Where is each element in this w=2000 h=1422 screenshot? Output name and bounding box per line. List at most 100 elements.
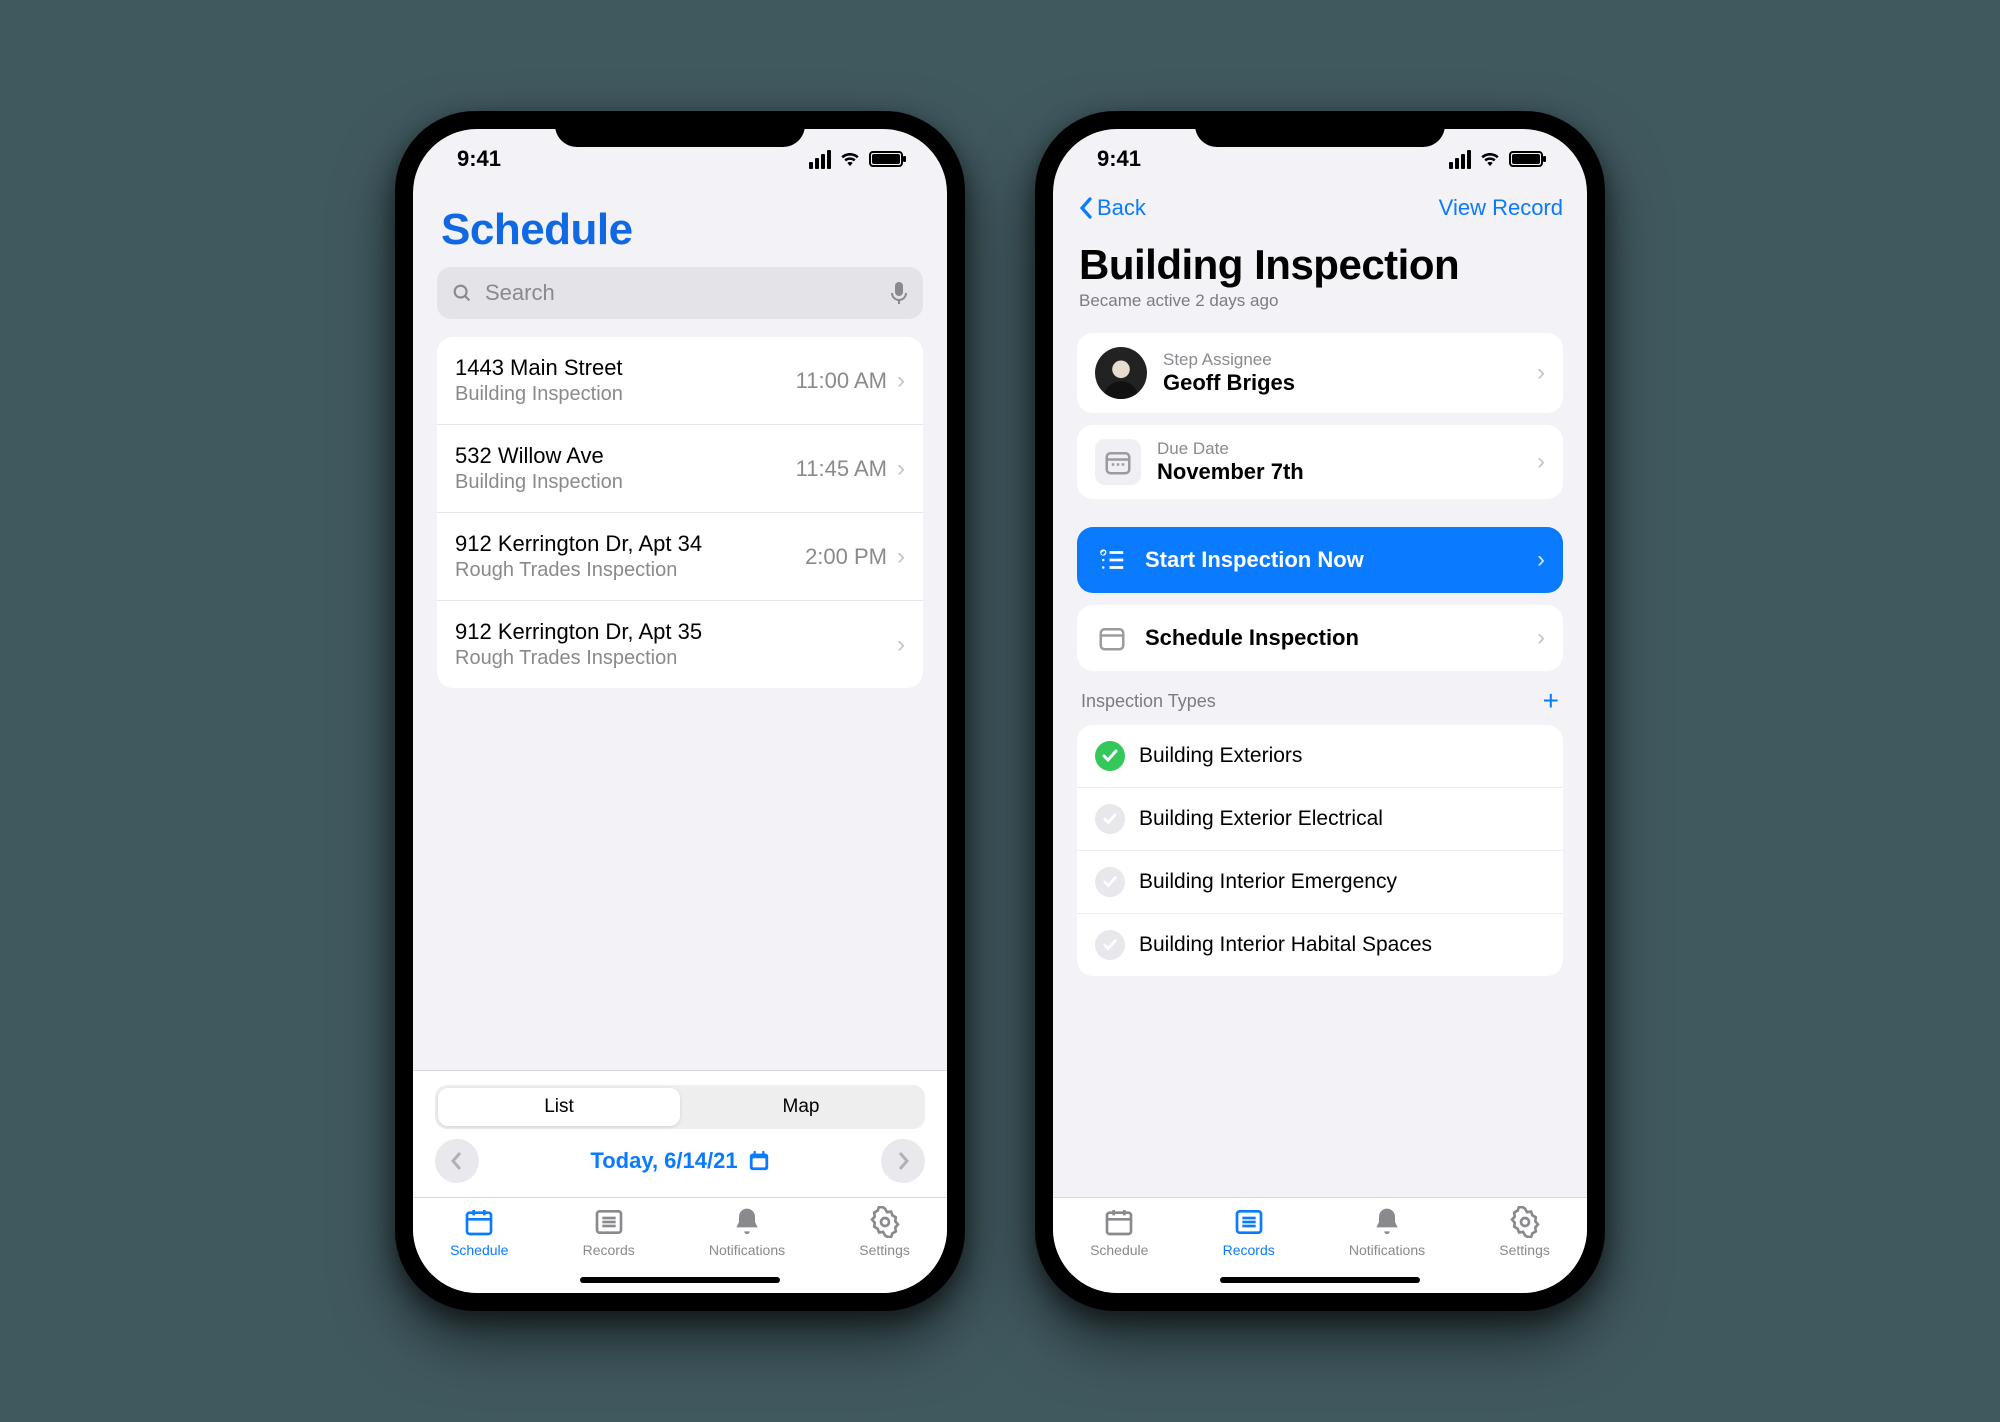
bell-icon — [731, 1206, 763, 1238]
cellular-icon — [809, 150, 831, 169]
chevron-left-icon — [449, 1150, 465, 1172]
schedule-inspection-button[interactable]: Schedule Inspection › — [1077, 605, 1563, 671]
add-type-button[interactable]: + — [1543, 685, 1559, 717]
schedule-item[interactable]: 912 Kerrington Dr, Apt 34 Rough Trades I… — [437, 513, 923, 601]
wifi-icon — [839, 151, 861, 167]
search-icon — [451, 282, 473, 304]
type-label: Building Interior Habital Spaces — [1139, 933, 1432, 957]
prev-day-button[interactable] — [435, 1139, 479, 1183]
calendar-icon — [463, 1206, 495, 1238]
inspection-type-item[interactable]: Building Interior Habital Spaces — [1077, 914, 1563, 976]
item-sub: Rough Trades Inspection — [455, 647, 887, 670]
view-record-button[interactable]: View Record — [1439, 195, 1563, 221]
tab-label: Settings — [1499, 1242, 1550, 1258]
schedule-label: Schedule Inspection — [1145, 625, 1537, 651]
phone-schedule: 9:41 Schedule 1443 Main Street Building … — [395, 111, 965, 1311]
screen-detail: 9:41 Back View Record Building Inspectio… — [1053, 129, 1587, 1293]
type-label: Building Exteriors — [1139, 744, 1302, 768]
inspection-types-list: Building Exteriors Building Exterior Ele… — [1077, 725, 1563, 976]
chevron-left-icon — [1077, 195, 1095, 221]
schedule-item[interactable]: 912 Kerrington Dr, Apt 35 Rough Trades I… — [437, 601, 923, 688]
segment-map[interactable]: Map — [680, 1088, 922, 1126]
segment-list[interactable]: List — [438, 1088, 680, 1126]
tab-label: Notifications — [709, 1242, 785, 1258]
assignee-name: Geoff Briges — [1163, 370, 1537, 396]
gear-icon — [1509, 1206, 1541, 1238]
assignee-label: Step Assignee — [1163, 350, 1537, 370]
date-picker-button[interactable]: Today, 6/14/21 — [590, 1148, 769, 1174]
calendar-icon — [1095, 439, 1141, 485]
check-pending-icon — [1095, 930, 1125, 960]
inspection-types-header: Inspection Types — [1081, 691, 1216, 712]
tab-notifications[interactable]: Notifications — [1349, 1206, 1425, 1258]
tab-schedule[interactable]: Schedule — [1090, 1206, 1148, 1258]
inspection-type-item[interactable]: Building Interior Emergency — [1077, 851, 1563, 914]
schedule-item[interactable]: 1443 Main Street Building Inspection 11:… — [437, 337, 923, 425]
gear-icon — [869, 1206, 901, 1238]
home-indicator[interactable] — [1220, 1277, 1420, 1283]
type-label: Building Exterior Electrical — [1139, 807, 1383, 831]
item-time: 11:45 AM — [796, 456, 887, 482]
view-segment[interactable]: List Map — [435, 1085, 925, 1129]
battery-icon — [869, 151, 903, 167]
type-label: Building Interior Emergency — [1139, 870, 1397, 894]
tab-schedule[interactable]: Schedule — [450, 1206, 508, 1258]
chevron-right-icon: › — [897, 367, 905, 395]
list-icon — [1233, 1206, 1265, 1238]
start-inspection-button[interactable]: Start Inspection Now › — [1077, 527, 1563, 593]
schedule-footer: List Map Today, 6/14/21 — [413, 1070, 947, 1197]
page-title: Schedule — [441, 205, 923, 255]
tab-label: Notifications — [1349, 1242, 1425, 1258]
tab-records[interactable]: Records — [1223, 1206, 1275, 1258]
home-indicator[interactable] — [580, 1277, 780, 1283]
calendar-icon — [1103, 1206, 1135, 1238]
schedule-list: 1443 Main Street Building Inspection 11:… — [437, 337, 923, 688]
chevron-right-icon: › — [1537, 624, 1545, 652]
avatar — [1095, 347, 1147, 399]
due-label: Due Date — [1157, 439, 1537, 459]
next-day-button[interactable] — [881, 1139, 925, 1183]
tab-label: Settings — [859, 1242, 910, 1258]
page-title: Building Inspection — [1079, 241, 1563, 289]
back-button[interactable]: Back — [1077, 195, 1146, 221]
bell-icon — [1371, 1206, 1403, 1238]
checklist-icon — [1095, 543, 1129, 577]
item-title: 912 Kerrington Dr, Apt 35 — [455, 619, 887, 645]
tab-label: Schedule — [1090, 1242, 1148, 1258]
check-pending-icon — [1095, 804, 1125, 834]
inspection-type-item[interactable]: Building Exteriors — [1077, 725, 1563, 788]
date-label-text: Today, 6/14/21 — [590, 1148, 737, 1174]
chevron-right-icon: › — [897, 455, 905, 483]
check-pending-icon — [1095, 867, 1125, 897]
tab-records[interactable]: Records — [583, 1206, 635, 1258]
search-input[interactable] — [437, 267, 923, 319]
cellular-icon — [1449, 150, 1471, 169]
item-sub: Building Inspection — [455, 383, 796, 406]
phone-detail: 9:41 Back View Record Building Inspectio… — [1035, 111, 1605, 1311]
tab-label: Schedule — [450, 1242, 508, 1258]
screen-schedule: 9:41 Schedule 1443 Main Street Building … — [413, 129, 947, 1293]
tab-settings[interactable]: Settings — [1499, 1206, 1550, 1258]
notch — [1195, 111, 1445, 147]
back-label: Back — [1097, 195, 1146, 221]
page-subtitle: Became active 2 days ago — [1079, 291, 1563, 311]
chevron-right-icon: › — [897, 631, 905, 659]
tab-settings[interactable]: Settings — [859, 1206, 910, 1258]
schedule-item[interactable]: 532 Willow Ave Building Inspection 11:45… — [437, 425, 923, 513]
calendar-icon — [1095, 621, 1129, 655]
tab-label: Records — [1223, 1242, 1275, 1258]
item-title: 912 Kerrington Dr, Apt 34 — [455, 531, 805, 557]
tab-notifications[interactable]: Notifications — [709, 1206, 785, 1258]
search-field[interactable] — [483, 279, 879, 307]
chevron-right-icon: › — [1537, 359, 1545, 387]
inspection-type-item[interactable]: Building Exterior Electrical — [1077, 788, 1563, 851]
mic-icon[interactable] — [889, 281, 909, 305]
due-value: November 7th — [1157, 459, 1537, 485]
assignee-row[interactable]: Step Assignee Geoff Briges › — [1077, 333, 1563, 413]
check-done-icon — [1095, 741, 1125, 771]
chevron-right-icon: › — [1537, 448, 1545, 476]
start-label: Start Inspection Now — [1145, 547, 1537, 573]
item-time: 11:00 AM — [796, 368, 887, 394]
due-date-row[interactable]: Due Date November 7th › — [1077, 425, 1563, 499]
item-time: 2:00 PM — [805, 544, 887, 570]
